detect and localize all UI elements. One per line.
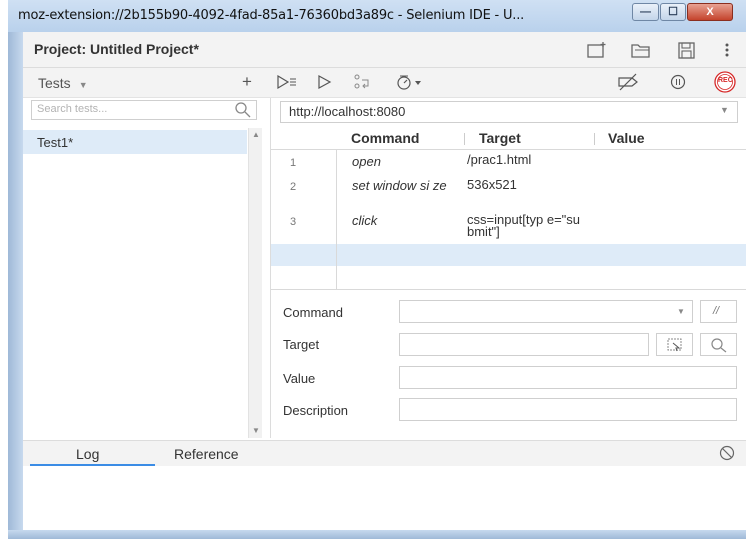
command-label: Command (283, 305, 343, 320)
log-output (23, 466, 746, 530)
disable-breakpoints-button[interactable] (616, 72, 640, 92)
chevron-down-icon: ▼ (677, 307, 685, 316)
new-project-icon (587, 42, 606, 58)
row-command: open (352, 154, 381, 169)
description-label: Description (283, 403, 349, 418)
clear-log-button[interactable] (718, 444, 736, 462)
tab-reference[interactable]: Reference (174, 446, 239, 462)
speed-gauge-icon (397, 75, 421, 90)
search-icon (234, 101, 252, 119)
comment-icon: // (713, 305, 720, 317)
close-icon: X (706, 6, 714, 18)
description-input[interactable] (399, 398, 737, 421)
column-header-command: Command (351, 130, 420, 146)
column-header-target: Target (479, 130, 521, 146)
table-row[interactable]: 3 click css=input[typ e="submit"] (271, 212, 746, 242)
row-number: 3 (290, 216, 297, 228)
value-label: Value (283, 371, 316, 386)
project-title: Project: Untitled Project* (34, 41, 199, 57)
row-command: set window si ze (352, 178, 447, 193)
step-over-button[interactable] (352, 72, 374, 92)
log-panel-tabs (23, 440, 746, 466)
window-bottom-border (8, 530, 746, 539)
maximize-button[interactable]: ☐ (660, 3, 686, 21)
column-divider (464, 133, 465, 145)
more-options-button[interactable] (716, 40, 738, 60)
window-title: moz-extension://2b155b90-4092-4fad-85a1-… (18, 8, 525, 23)
row-target: /prac1.html (467, 152, 532, 167)
step-icon (354, 74, 369, 89)
tests-scrollbar[interactable]: ▲ ▼ (248, 128, 262, 438)
open-project-button[interactable] (630, 40, 652, 60)
tab-log[interactable]: Log (76, 446, 99, 462)
row-number: 2 (290, 181, 297, 193)
table-row-empty-selected[interactable] (271, 244, 746, 266)
run-all-tests-button[interactable] (276, 72, 298, 92)
tests-title: Tests (38, 75, 71, 91)
minimize-icon: — (640, 6, 651, 18)
close-button[interactable]: X (687, 3, 733, 21)
window-left-border (8, 32, 23, 539)
table-row[interactable]: 1 open /prac1.html (271, 150, 746, 178)
row-target: css=input[typ e="submit"] (467, 212, 581, 239)
column-divider (594, 133, 595, 145)
minimize-button[interactable]: — (632, 3, 659, 21)
comment-toggle-button[interactable]: // (700, 300, 737, 323)
chevron-down-icon: ▼ (720, 105, 729, 115)
find-target-button[interactable] (700, 333, 737, 356)
play-icon (318, 74, 332, 90)
command-input[interactable]: ▼ (399, 300, 693, 323)
pause-icon (670, 74, 686, 90)
search-icon (711, 338, 727, 353)
caret-down-icon: ▼ (78, 80, 88, 90)
speed-button[interactable] (395, 72, 427, 92)
pause-on-exceptions-button[interactable] (668, 72, 688, 92)
scroll-down-icon[interactable]: ▼ (252, 426, 260, 435)
scroll-up-icon[interactable]: ▲ (252, 130, 260, 139)
maximize-icon: ☐ (668, 6, 678, 18)
column-header-value: Value (608, 130, 645, 146)
clear-icon (719, 445, 735, 461)
record-label: REC (718, 77, 733, 84)
row-number: 1 (290, 157, 297, 169)
tests-dropdown[interactable]: Tests ▼ (38, 75, 88, 91)
target-label: Target (283, 337, 320, 352)
new-project-button[interactable] (586, 40, 608, 60)
record-button[interactable]: REC (712, 71, 738, 93)
search-tests-placeholder: Search tests... (37, 103, 108, 115)
row-command: click (352, 213, 378, 228)
table-row[interactable]: 2 set window si ze 536x521 (271, 178, 746, 212)
save-project-button[interactable] (676, 40, 698, 60)
tests-panel (23, 68, 271, 438)
run-test-button[interactable] (315, 72, 335, 92)
select-target-icon (667, 338, 682, 352)
base-url-value: http://localhost:8080 (289, 104, 406, 119)
row-target: 536x521 (467, 177, 517, 192)
folder-icon (631, 44, 650, 58)
test-name: Test1* (37, 135, 74, 150)
target-input[interactable] (399, 333, 649, 356)
breakpoint-icon (618, 73, 638, 91)
run-all-icon (277, 74, 296, 90)
kebab-menu-icon (725, 43, 729, 57)
value-input[interactable] (399, 366, 737, 389)
add-test-button[interactable]: + (242, 72, 252, 92)
select-target-button[interactable] (656, 333, 693, 356)
save-icon (678, 42, 695, 59)
